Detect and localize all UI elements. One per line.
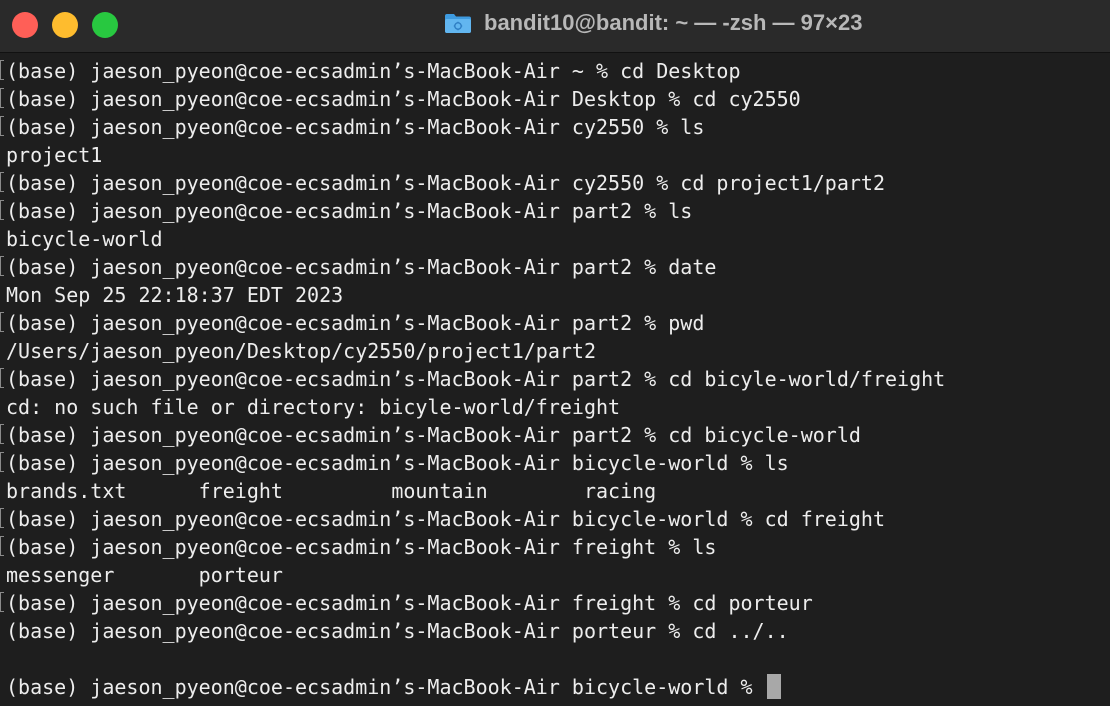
terminal-line: project1 (6, 141, 1110, 169)
prompt-mark-icon (0, 312, 4, 332)
terminal-line: (base) jaeson_pyeon@coe-ecsadmin’s-MacBo… (6, 617, 1110, 645)
prompt-mark-icon (0, 424, 4, 444)
terminal-line-text: (base) jaeson_pyeon@coe-ecsadmin’s-MacBo… (6, 171, 885, 195)
text-cursor (766, 674, 781, 699)
terminal-line: (base) jaeson_pyeon@coe-ecsadmin’s-MacBo… (0, 57, 1110, 85)
prompt-mark-icon (0, 256, 4, 276)
terminal-line: (base) jaeson_pyeon@coe-ecsadmin’s-MacBo… (0, 505, 1110, 533)
prompt-mark-icon (0, 60, 4, 80)
terminal-line-text: (base) jaeson_pyeon@coe-ecsadmin’s-MacBo… (6, 311, 705, 335)
terminal-line: (base) jaeson_pyeon@coe-ecsadmin’s-MacBo… (0, 113, 1110, 141)
prompt-mark-icon (0, 116, 4, 136)
minimize-button[interactable] (52, 12, 78, 38)
terminal-line-text: (base) jaeson_pyeon@coe-ecsadmin’s-MacBo… (6, 619, 789, 643)
terminal-line: Mon Sep 25 22:18:37 EDT 2023 (6, 281, 1110, 309)
terminal-line-text: (base) jaeson_pyeon@coe-ecsadmin’s-MacBo… (6, 59, 741, 83)
terminal-line-text: project1 (6, 143, 103, 167)
terminal-line: (base) jaeson_pyeon@coe-ecsadmin’s-MacBo… (0, 365, 1110, 393)
terminal-line: (base) jaeson_pyeon@coe-ecsadmin’s-MacBo… (0, 197, 1110, 225)
close-button[interactable] (12, 12, 38, 38)
terminal-window: bandit10@bandit: ~ — -zsh — 97×23 (base)… (0, 0, 1110, 706)
prompt-mark-icon (0, 200, 4, 220)
terminal-line-text: (base) jaeson_pyeon@coe-ecsadmin’s-MacBo… (6, 423, 861, 447)
terminal-line-text: (base) jaeson_pyeon@coe-ecsadmin’s-MacBo… (6, 507, 885, 531)
prompt-mark-icon (0, 88, 4, 108)
terminal-line-text: messenger porteur (6, 563, 283, 587)
window-title: bandit10@bandit: ~ — -zsh — 97×23 (484, 10, 863, 35)
terminal-line-text: bicycle-world (6, 227, 163, 251)
terminal-line: (base) jaeson_pyeon@coe-ecsadmin’s-MacBo… (0, 169, 1110, 197)
prompt-mark-icon (0, 368, 4, 388)
prompt-mark-icon (0, 508, 4, 528)
terminal-line: (base) jaeson_pyeon@coe-ecsadmin’s-MacBo… (0, 589, 1110, 617)
terminal-output[interactable]: (base) jaeson_pyeon@coe-ecsadmin’s-MacBo… (0, 53, 1110, 706)
title-bar[interactable]: bandit10@bandit: ~ — -zsh — 97×23 (0, 0, 1110, 53)
terminal-line: brands.txt freight mountain racing (6, 477, 1110, 505)
folder-icon (445, 14, 471, 33)
terminal-line: (base) jaeson_pyeon@coe-ecsadmin’s-MacBo… (0, 253, 1110, 281)
prompt-mark-icon (0, 536, 4, 556)
terminal-line: (base) jaeson_pyeon@coe-ecsadmin’s-MacBo… (0, 85, 1110, 113)
zoom-button[interactable] (92, 12, 118, 38)
terminal-line: (base) jaeson_pyeon@coe-ecsadmin’s-MacBo… (0, 533, 1110, 561)
terminal-line: (base) jaeson_pyeon@coe-ecsadmin’s-MacBo… (0, 421, 1110, 449)
terminal-line-text: (base) jaeson_pyeon@coe-ecsadmin’s-MacBo… (6, 451, 789, 475)
terminal-line-text: (base) jaeson_pyeon@coe-ecsadmin’s-MacBo… (6, 367, 946, 391)
prompt-mark-icon (0, 172, 4, 192)
terminal-line-text: (base) jaeson_pyeon@coe-ecsadmin’s-MacBo… (6, 255, 717, 279)
terminal-line: (base) jaeson_pyeon@coe-ecsadmin’s-MacBo… (6, 673, 1110, 701)
terminal-line-text: (base) jaeson_pyeon@coe-ecsadmin’s-MacBo… (6, 87, 801, 111)
terminal-line-text: (base) jaeson_pyeon@coe-ecsadmin’s-MacBo… (6, 115, 705, 139)
prompt-mark-icon (0, 592, 4, 612)
terminal-line-text: brands.txt freight mountain racing (6, 479, 657, 503)
terminal-line: /Users/jaeson_pyeon/Desktop/cy2550/proje… (6, 337, 1110, 365)
terminal-line-text: (base) jaeson_pyeon@coe-ecsadmin’s-MacBo… (6, 591, 813, 615)
terminal-line-text: /Users/jaeson_pyeon/Desktop/cy2550/proje… (6, 339, 597, 363)
terminal-line-text: (base) jaeson_pyeon@coe-ecsadmin’s-MacBo… (6, 199, 693, 223)
terminal-line-text: (base) jaeson_pyeon@coe-ecsadmin’s-MacBo… (6, 535, 717, 559)
prompt-mark-icon (0, 452, 4, 472)
terminal-line-text: Mon Sep 25 22:18:37 EDT 2023 (6, 283, 344, 307)
terminal-line: bicycle-world (6, 225, 1110, 253)
terminal-line: messenger porteur (6, 561, 1110, 589)
window-title-group: bandit10@bandit: ~ — -zsh — 97×23 (444, 0, 862, 46)
terminal-line: (base) jaeson_pyeon@coe-ecsadmin’s-MacBo… (0, 309, 1110, 337)
terminal-line: (base) jaeson_pyeon@coe-ecsadmin’s-MacBo… (0, 449, 1110, 477)
terminal-line-text: (base) jaeson_pyeon@coe-ecsadmin’s-MacBo… (6, 675, 765, 699)
terminal-line: cd: no such file or directory: bicyle-wo… (6, 393, 1110, 421)
terminal-line-text: cd: no such file or directory: bicyle-wo… (6, 395, 621, 419)
